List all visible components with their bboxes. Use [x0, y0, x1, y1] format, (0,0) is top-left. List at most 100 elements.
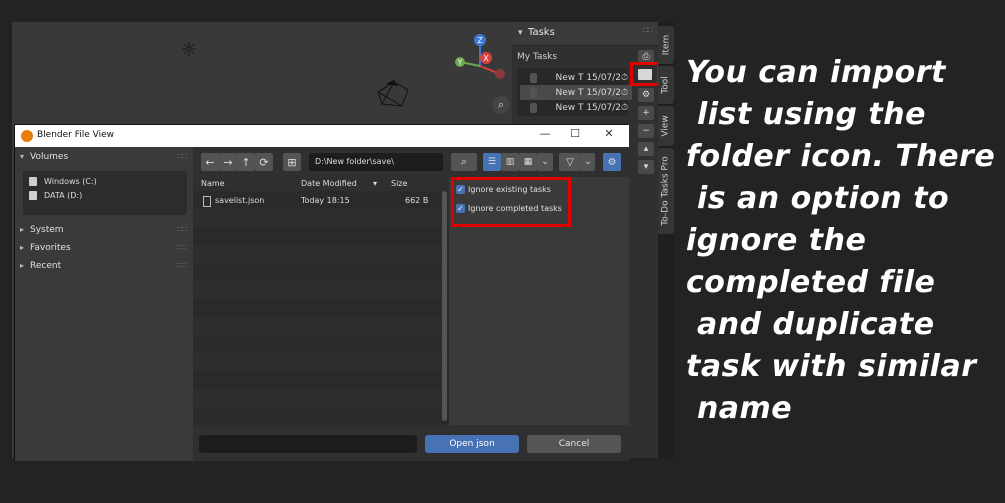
maximize-button[interactable]: ☐: [565, 127, 585, 143]
column-date-modified[interactable]: Date Modified: [301, 179, 357, 188]
volume-item[interactable]: Windows (C:): [29, 177, 97, 186]
settings-icon-wrap: ⚙: [638, 88, 654, 106]
caption-line: folder icon. There: [686, 139, 996, 174]
task-list[interactable]: New T 15/07/2 ⏱ New T 15/07/2 ⏱ New T 15…: [518, 68, 632, 116]
collapsed-arrow-icon: ▸: [20, 243, 25, 252]
tasks-panel-header[interactable]: ▾ Tasks ∷∷: [512, 22, 658, 46]
new-folder-icon[interactable]: ⊞: [283, 153, 301, 171]
sort-arrow-icon[interactable]: ▾: [373, 179, 377, 188]
task-label: New T 15/07/2: [555, 87, 622, 98]
ignore-existing-option[interactable]: ✓ Ignore existing tasks: [456, 185, 551, 194]
timer-icon[interactable]: ⏱: [621, 103, 630, 113]
ignore-completed-option[interactable]: ✓ Ignore completed tasks: [456, 204, 562, 213]
file-list[interactable]: Name Date Modified ▾ Size savelist.json …: [193, 177, 449, 425]
import-options-panel: ✓ Ignore existing tasks ✓ Ignore completed…: [449, 177, 629, 425]
file-date: Today 18:15: [301, 196, 350, 205]
volumes-section[interactable]: ▾ Volumes: [20, 152, 68, 162]
drag-handle-icon[interactable]: ∷∷: [177, 243, 187, 252]
checkbox-checked-icon[interactable]: ✓: [456, 185, 465, 194]
file-size: 662 B: [405, 196, 429, 205]
collapse-arrow-icon[interactable]: ▾: [518, 28, 523, 38]
task-checkbox[interactable]: [530, 87, 538, 98]
forward-button[interactable]: →: [219, 153, 237, 171]
caption-line: and duplicate: [686, 307, 935, 342]
recent-section[interactable]: ▸ Recent: [20, 261, 61, 271]
cancel-button[interactable]: Cancel: [527, 435, 621, 453]
volume-item[interactable]: DATA (D:): [29, 191, 82, 200]
timer-icon[interactable]: ⏱: [621, 88, 630, 98]
file-name: savelist.json: [215, 196, 265, 205]
drive-icon: [29, 177, 37, 186]
empty-row: [193, 389, 441, 407]
tab-item[interactable]: Item: [658, 26, 674, 64]
tab-tool[interactable]: Tool: [658, 66, 674, 104]
filter-dropdown-icon[interactable]: ⌄: [581, 153, 595, 171]
refresh-button[interactable]: ⟳: [255, 153, 273, 171]
file-row[interactable]: savelist.json Today 18:15 662 B: [193, 191, 441, 209]
expand-arrow-icon: ▾: [20, 152, 25, 161]
filter-icon[interactable]: ▽: [559, 153, 581, 171]
close-button[interactable]: ✕: [599, 127, 619, 143]
task-label: New T 15/07/2: [555, 102, 622, 113]
camera-icon[interactable]: [374, 80, 414, 110]
search-icon[interactable]: ⌕: [451, 153, 477, 171]
settings-gear-icon[interactable]: ⚙: [603, 153, 621, 171]
minimize-button[interactable]: —: [535, 127, 555, 143]
caption-line: ignore the: [686, 223, 867, 258]
dialog-footer: Open json Cancel: [193, 425, 629, 461]
empty-row: [193, 353, 441, 371]
folder-highlight: [630, 62, 660, 86]
move-down-icon[interactable]: ▾: [638, 160, 654, 174]
navigation-gizmo[interactable]: Z X Y: [452, 32, 508, 92]
task-row[interactable]: New T 15/07/2 ⏱: [520, 85, 632, 100]
open-json-button[interactable]: Open json: [425, 435, 519, 453]
parent-directory-button[interactable]: ↑: [237, 153, 255, 171]
svg-text:Z: Z: [477, 36, 483, 45]
empty-row: [193, 281, 441, 299]
scrollbar[interactable]: [442, 191, 447, 421]
column-size[interactable]: Size: [391, 179, 407, 188]
thumbnail-view-icon[interactable]: ▦: [519, 153, 537, 171]
folder-icon[interactable]: [638, 69, 652, 80]
checkbox-checked-icon[interactable]: ✓: [456, 204, 465, 213]
add-task-button[interactable]: +: [638, 106, 654, 120]
task-row[interactable]: New T 15/07/2 ⏱: [520, 100, 632, 115]
caption-line: completed file: [686, 265, 936, 300]
caption-line: You can import: [686, 55, 946, 90]
view-dropdown-icon[interactable]: ⌄: [537, 153, 553, 171]
remove-task-button[interactable]: −: [638, 124, 654, 138]
empty-row: [193, 245, 441, 263]
horizontal-list-icon[interactable]: ▥: [501, 153, 519, 171]
move-up-icon[interactable]: ▴: [638, 142, 654, 156]
svg-text:Y: Y: [457, 58, 463, 67]
favorites-section[interactable]: ▸ Favorites: [20, 243, 71, 253]
column-name[interactable]: Name: [201, 179, 225, 188]
drag-handle-icon[interactable]: ∷∷: [177, 152, 187, 161]
filename-input[interactable]: [199, 435, 417, 453]
task-row[interactable]: New T 15/07/2 ⏱: [520, 70, 632, 85]
system-section[interactable]: ▸ System: [20, 225, 64, 235]
empty-row: [193, 209, 441, 227]
sidebar-tabs: Item Tool View To-Do Tasks Pro: [658, 22, 674, 458]
sun-light-icon[interactable]: [182, 42, 196, 56]
zoom-icon[interactable]: ⌕: [492, 96, 510, 114]
path-input[interactable]: D:\New folder\save\: [309, 153, 443, 171]
task-checkbox[interactable]: [530, 102, 538, 113]
caption-line: list using the: [686, 97, 926, 132]
file-icon: [203, 196, 211, 207]
timer-icon[interactable]: ⏱: [621, 73, 630, 83]
task-checkbox[interactable]: [530, 72, 538, 83]
svg-text:X: X: [483, 54, 489, 63]
drag-handle-icon[interactable]: ∷∷: [177, 225, 187, 234]
list-view-icon[interactable]: ☰: [483, 153, 501, 171]
back-button[interactable]: ←: [201, 153, 219, 171]
tab-view[interactable]: View: [658, 106, 674, 146]
caption-line: is an option to: [686, 181, 950, 216]
settings-icon[interactable]: ⚙: [638, 88, 654, 102]
tab-todo-tasks-pro[interactable]: To-Do Tasks Pro: [658, 148, 674, 234]
dialog-titlebar[interactable]: Blender File View — ☐ ✕: [15, 125, 629, 147]
task-add-remove: + − ▴ ▾: [638, 106, 654, 178]
file-toolbar: ← → ↑ ⟳ ⊞ D:\New folder\save\ ⌕ ☰ ▥ ▦ ⌄ …: [193, 147, 629, 177]
drag-handle-icon[interactable]: ∷∷: [177, 261, 187, 270]
drag-handle-icon[interactable]: ∷∷: [643, 26, 654, 36]
